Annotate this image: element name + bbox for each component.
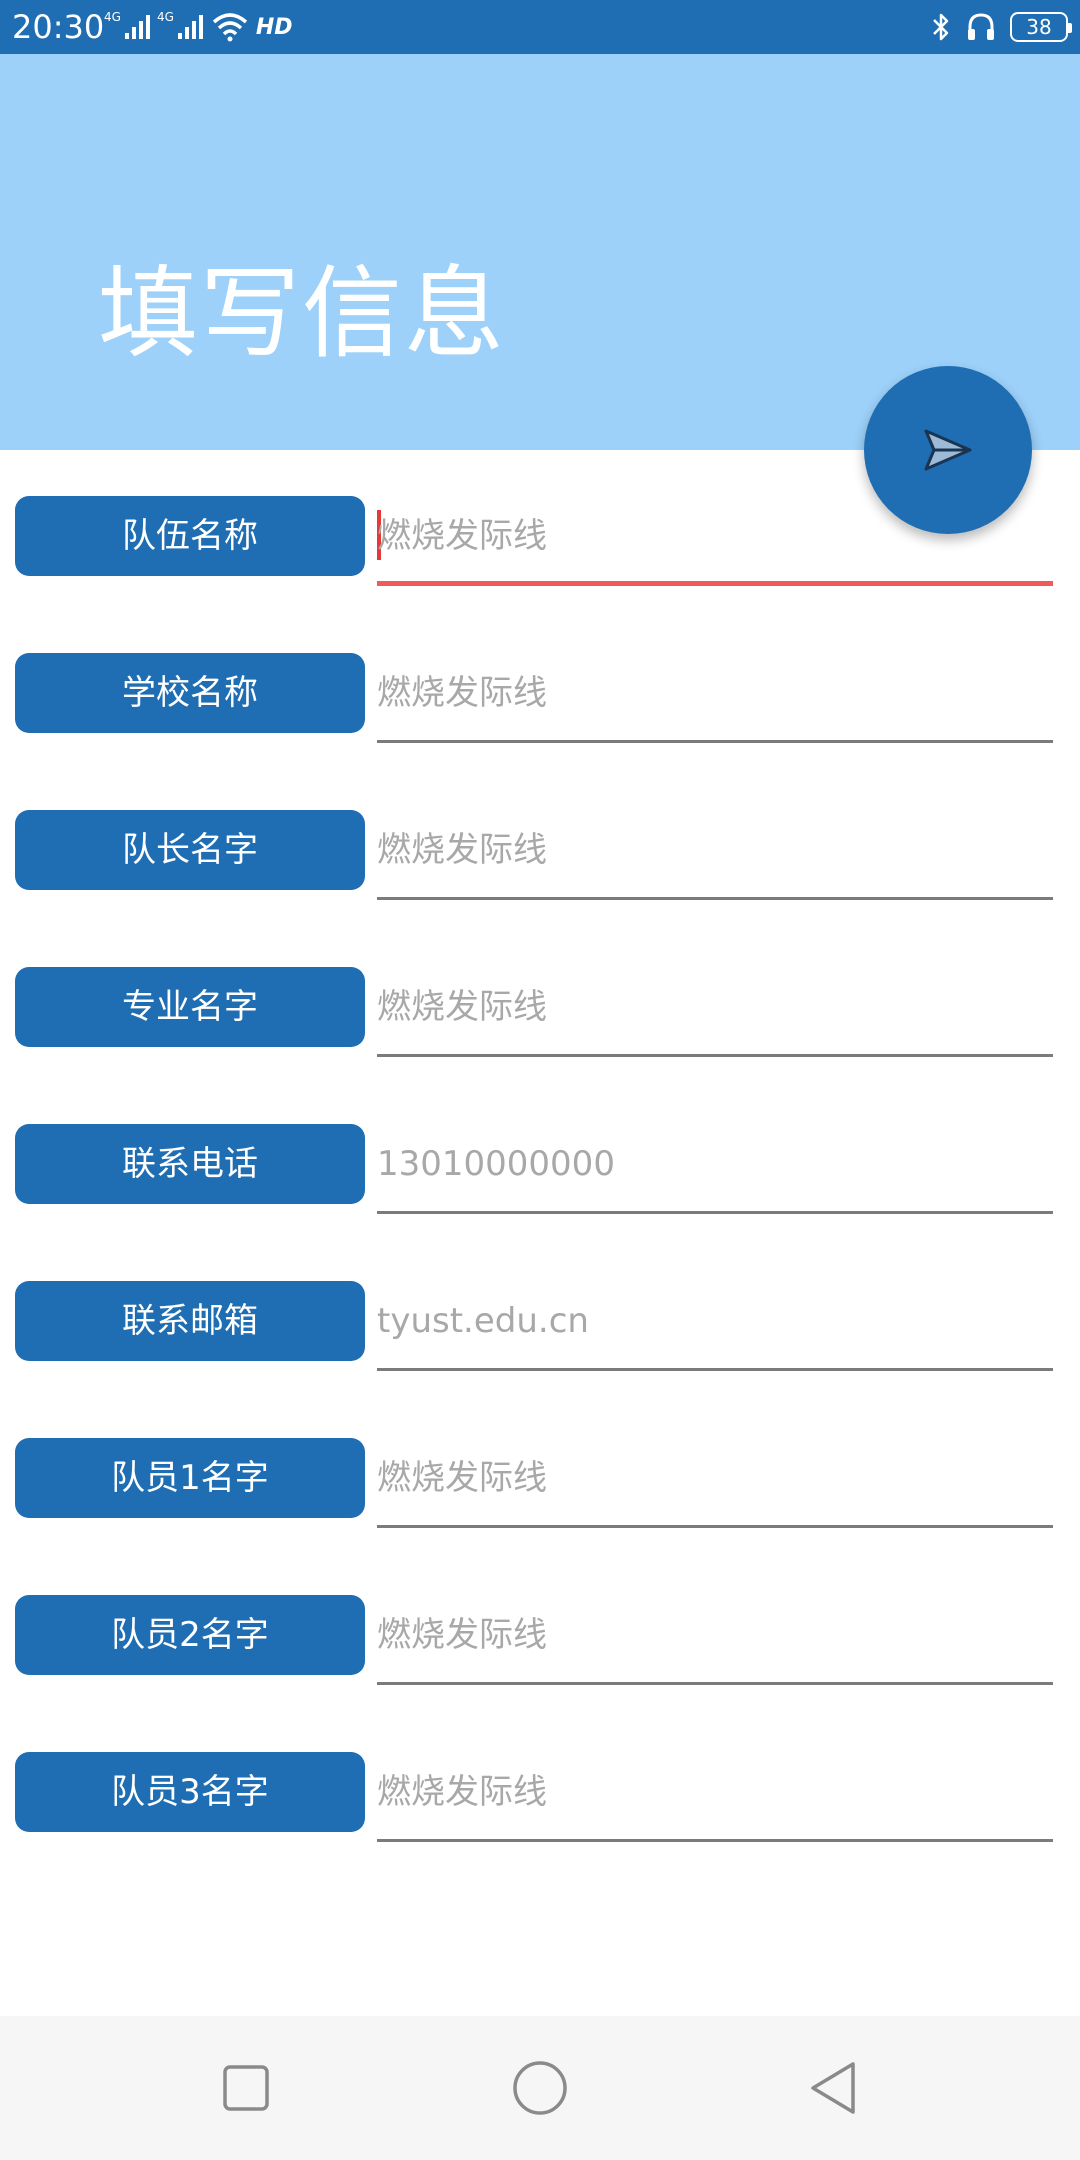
phone-input[interactable] xyxy=(377,1132,1037,1196)
form-row-phone: 联系电话 xyxy=(0,1124,1080,1224)
back-button[interactable] xyxy=(792,2046,876,2130)
member1-name-field[interactable] xyxy=(377,1438,1053,1528)
signal-icon xyxy=(177,15,203,39)
member2-name-label: 队员2名字 xyxy=(15,1595,365,1675)
phone-field[interactable] xyxy=(377,1124,1053,1214)
send-icon xyxy=(924,429,972,471)
major-name-label: 专业名字 xyxy=(15,967,365,1047)
member3-name-field[interactable] xyxy=(377,1752,1053,1842)
system-nav-bar xyxy=(0,2016,1080,2160)
major-name-field[interactable] xyxy=(377,967,1053,1057)
form-row-member2: 队员2名字 xyxy=(0,1595,1080,1695)
form-row-captain-name: 队长名字 xyxy=(0,810,1080,910)
form-row-major-name: 专业名字 xyxy=(0,967,1080,1067)
form-row-member1: 队员1名字 xyxy=(0,1438,1080,1538)
page-title: 填写信息 xyxy=(98,255,506,372)
battery-icon: 38 xyxy=(1010,12,1072,42)
member1-name-input[interactable] xyxy=(377,1446,1037,1510)
home-button[interactable] xyxy=(498,2046,582,2130)
team-name-field[interactable] xyxy=(377,496,1053,586)
school-name-field[interactable] xyxy=(377,653,1053,743)
circle-icon xyxy=(513,2061,567,2115)
recent-apps-button[interactable] xyxy=(204,2046,288,2130)
status-left-icons: 4G 4G HD xyxy=(104,10,293,44)
status-time: 20:30 xyxy=(12,8,105,46)
email-input[interactable] xyxy=(377,1289,1037,1353)
captain-name-label: 队长名字 xyxy=(15,810,365,890)
network-type-label-1: 4G xyxy=(104,10,121,24)
form-row-email: 联系邮箱 xyxy=(0,1281,1080,1381)
member2-name-input[interactable] xyxy=(377,1603,1037,1667)
captain-name-input[interactable] xyxy=(377,818,1037,882)
member3-name-input[interactable] xyxy=(377,1760,1037,1824)
member3-name-label: 队员3名字 xyxy=(15,1752,365,1832)
bluetooth-icon xyxy=(933,13,949,41)
email-label: 联系邮箱 xyxy=(15,1281,365,1361)
form-row-team-name: 队伍名称 xyxy=(0,496,1080,596)
network-type-label-2: 4G xyxy=(156,10,174,24)
school-name-input[interactable] xyxy=(377,661,1037,725)
major-name-input[interactable] xyxy=(377,975,1037,1039)
phone-label: 联系电话 xyxy=(15,1124,365,1204)
status-right-icons: 38 xyxy=(930,10,1072,44)
square-icon xyxy=(223,2065,269,2111)
form-row-member3: 队员3名字 xyxy=(0,1752,1080,1852)
signal-icon xyxy=(124,15,150,39)
status-bar: 20:30 4G 4G HD 38 xyxy=(0,0,1080,54)
school-name-label: 学校名称 xyxy=(15,653,365,733)
member1-name-label: 队员1名字 xyxy=(15,1438,365,1518)
triangle-back-icon xyxy=(811,2062,855,2114)
team-name-label: 队伍名称 xyxy=(15,496,365,576)
wifi-icon xyxy=(212,13,248,42)
member2-name-field[interactable] xyxy=(377,1595,1053,1685)
headphones-icon xyxy=(968,13,994,40)
hd-badge: HD xyxy=(255,14,293,40)
form-row-school-name: 学校名称 xyxy=(0,653,1080,753)
email-field[interactable] xyxy=(377,1281,1053,1371)
captain-name-field[interactable] xyxy=(377,810,1053,900)
battery-level: 38 xyxy=(1026,15,1052,39)
team-name-input[interactable] xyxy=(377,504,1037,568)
